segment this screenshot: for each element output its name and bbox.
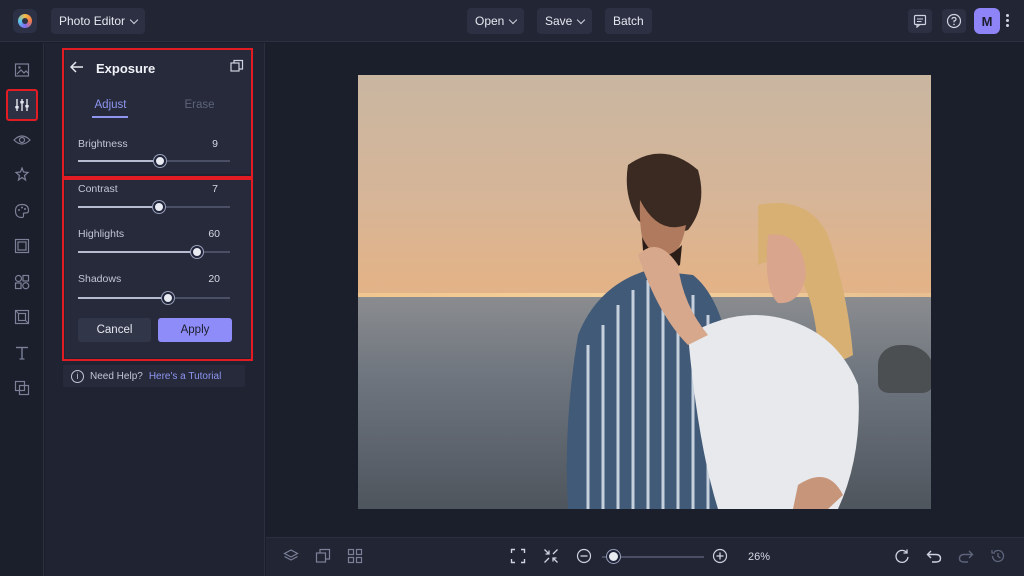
chevron-down-icon xyxy=(577,15,586,24)
image-tool-icon[interactable] xyxy=(10,58,34,82)
open-button[interactable]: Open xyxy=(467,8,525,34)
batch-label: Batch xyxy=(613,14,644,28)
zoom-percentage: 26% xyxy=(748,551,771,563)
message-icon xyxy=(913,14,927,28)
layers-icon[interactable] xyxy=(281,546,301,566)
layers-overlay-icon[interactable] xyxy=(10,376,34,400)
help-button[interactable] xyxy=(942,9,966,33)
more-options-icon[interactable] xyxy=(1006,14,1010,28)
reset-icon[interactable] xyxy=(892,546,912,566)
app-logo[interactable] xyxy=(13,9,37,33)
duplicate-icon[interactable] xyxy=(313,546,333,566)
effects-icon[interactable] xyxy=(10,163,34,187)
crop-frame-icon[interactable] xyxy=(10,305,34,329)
actual-size-icon[interactable] xyxy=(541,546,561,566)
shapes-icon[interactable] xyxy=(10,270,34,294)
app-title: Photo Editor xyxy=(59,14,126,28)
highlight-box-header xyxy=(62,48,253,178)
question-icon xyxy=(946,13,962,29)
feedback-button[interactable] xyxy=(908,9,932,33)
photo-woman-figure xyxy=(638,203,859,509)
redo-icon[interactable] xyxy=(956,546,976,566)
user-avatar[interactable]: M xyxy=(974,8,1000,34)
chevron-down-icon xyxy=(129,15,139,24)
chevron-down-icon xyxy=(509,15,518,24)
zoom-in-icon[interactable] xyxy=(710,546,730,566)
info-icon: i xyxy=(71,369,84,383)
zoom-slider-thumb[interactable] xyxy=(607,550,620,563)
text-icon[interactable] xyxy=(10,341,34,365)
palette-icon[interactable] xyxy=(10,199,34,223)
frame-icon[interactable] xyxy=(10,234,34,258)
history-icon[interactable] xyxy=(988,546,1008,566)
eye-icon[interactable] xyxy=(10,128,34,152)
save-button[interactable]: Save xyxy=(537,8,593,34)
grid-icon[interactable] xyxy=(345,546,365,566)
batch-button[interactable]: Batch xyxy=(605,8,652,34)
adjust-tool-icon[interactable] xyxy=(6,89,38,121)
fit-screen-icon[interactable] xyxy=(508,546,528,566)
help-tutorial-bar: i Need Help? Here's a Tutorial xyxy=(63,365,245,387)
zoom-out-icon[interactable] xyxy=(574,546,594,566)
tutorial-link[interactable]: Here's a Tutorial xyxy=(149,371,222,382)
highlight-box-sliders xyxy=(62,178,253,361)
photo-canvas[interactable] xyxy=(358,75,931,509)
help-text: Need Help? xyxy=(90,370,143,382)
undo-icon[interactable] xyxy=(924,546,944,566)
open-label: Open xyxy=(475,14,505,28)
save-label: Save xyxy=(545,14,573,28)
photo-editor-dropdown[interactable]: Photo Editor xyxy=(51,8,146,34)
logo-icon xyxy=(18,14,32,28)
